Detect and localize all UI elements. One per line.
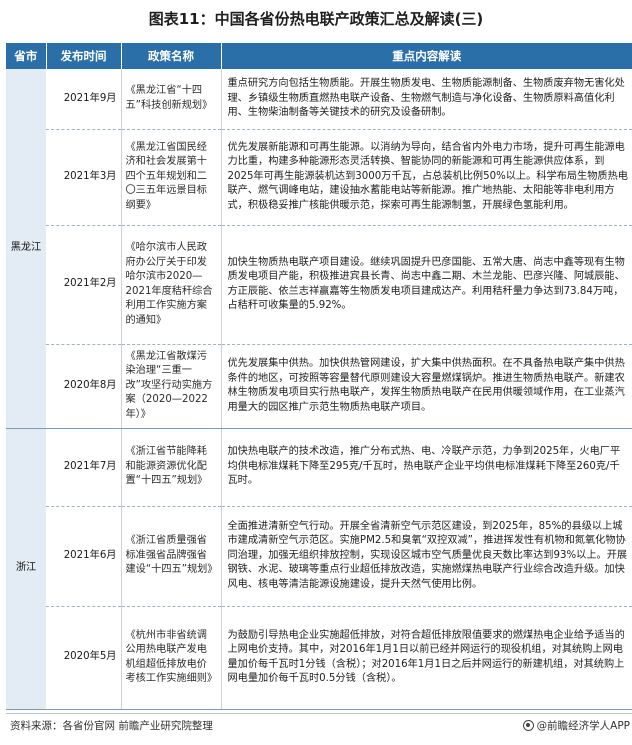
policy-name-cell: 《黑龙江省国民经济和社会发展第十四个五年规划和二〇三五年远景目标纲要》 (120, 129, 222, 226)
content-cell: 重点研究方向包括生物质能。开展生物质发电、生物质能源制备、生物质废弃物无害化处理… (221, 69, 632, 130)
table-row: 2020年8月 《黑龙江省散煤污染治理“三重一改”攻坚行动实施方案（2020—2… (6, 344, 632, 429)
header-policy-name: 政策名称 (121, 43, 222, 69)
footer: 资料来源：各省份官网 前瞻产业研究院整理 @前瞻经济学人APP (6, 713, 632, 737)
date-cell: 2020年8月 (46, 344, 121, 429)
date-cell: 2021年6月 (46, 506, 121, 607)
province-cell: 黑龙江 (6, 69, 46, 429)
content-cell: 加快热电联产的技术改造，推广分布式热、电、冷联产示范，力争到2025年，火电厂平… (221, 428, 632, 507)
qianzhan-logo-icon (522, 720, 534, 731)
header-province: 省市 (6, 43, 47, 69)
date-cell: 2021年2月 (46, 225, 121, 345)
brand-text: @前瞻经济学人APP (536, 720, 630, 732)
header-content: 重点内容解读 (221, 43, 632, 69)
page-title: 图表11：中国各省份热电联产政策汇总及解读(三) (148, 10, 484, 28)
table-row: 黑龙江 2021年9月 《黑龙江省“十四五”科技创新规划》 重点研究方向包括生物… (6, 69, 632, 429)
policy-name-cell: 《杭州市非省统调公用热电联产发电机组超低排放电价考核工作实施细则》 (120, 606, 222, 710)
policy-name-cell: 《浙江省质量强省标准强省品牌强省建设“十四五”规划》 (120, 506, 222, 607)
date-cell: 2021年3月 (46, 129, 121, 226)
date-cell: 2021年9月 (46, 69, 121, 130)
content-cell: 优先发展新能源和可再生能源。以消纳为导向，结合省内外电力市场，提升可再生能源电力… (221, 129, 632, 226)
table-row: 浙江 2021年7月 《浙江省节能降耗和能源资源优化配置“十四五”规划》 加快热… (6, 428, 632, 710)
policy-name-cell: 《浙江省节能降耗和能源资源优化配置“十四五”规划》 (120, 428, 222, 507)
content-cell: 为鼓励引导热电企业实施超低排放，对符合超低排放限值要求的燃煤热电企业给予适当的上… (221, 606, 632, 710)
brand-credit: @前瞻经济学人APP (522, 714, 630, 738)
source-note: 资料来源：各省份官网 前瞻产业研究院整理 (10, 720, 213, 732)
content-cell: 全面推进清新空气行动。开展全省清新空气示范区建设，到2025年，85%的县级以上… (221, 506, 632, 607)
table-row: 2021年3月 《黑龙江省国民经济和社会发展第十四个五年规划和二〇三五年远景目标… (6, 129, 632, 226)
policy-name-cell: 《黑龙江省散煤污染治理“三重一改”攻坚行动实施方案（2020—2022年）》 (120, 344, 222, 429)
header-date: 发布时间 (46, 43, 122, 69)
date-cell: 2020年5月 (46, 606, 121, 710)
content-cell: 加快生物质热电联产项目建设。继续巩固提升巴彦国能、五常大唐、尚志中鑫等现有生物质… (221, 225, 632, 345)
table-header-row: 省市 发布时间 政策名称 重点内容解读 (6, 43, 632, 69)
policy-table: 省市 发布时间 政策名称 重点内容解读 黑龙江 2021年9月 《黑龙江省“十四… (6, 43, 632, 710)
province-cell: 浙江 (6, 428, 46, 710)
policy-name-cell: 《哈尔滨市人民政府办公厅关于印发哈尔滨市2020—2021年度秸秆综合利用工作实… (120, 225, 222, 345)
content-cell: 优先发展集中供热。加快供热管网建设，扩大集中供热面积。在不具备热电联产集中供热条… (221, 344, 632, 429)
policy-name-cell: 《黑龙江省“十四五”科技创新规划》 (120, 69, 222, 130)
table-row: 2021年2月 《哈尔滨市人民政府办公厅关于印发哈尔滨市2020—2021年度秸… (6, 225, 632, 345)
table-row: 2020年5月 《杭州市非省统调公用热电联产发电机组超低排放电价考核工作实施细则… (6, 606, 632, 710)
table-row: 2021年6月 《浙江省质量强省标准强省品牌强省建设“十四五”规划》 全面推进清… (6, 506, 632, 607)
date-cell: 2021年7月 (46, 428, 121, 507)
